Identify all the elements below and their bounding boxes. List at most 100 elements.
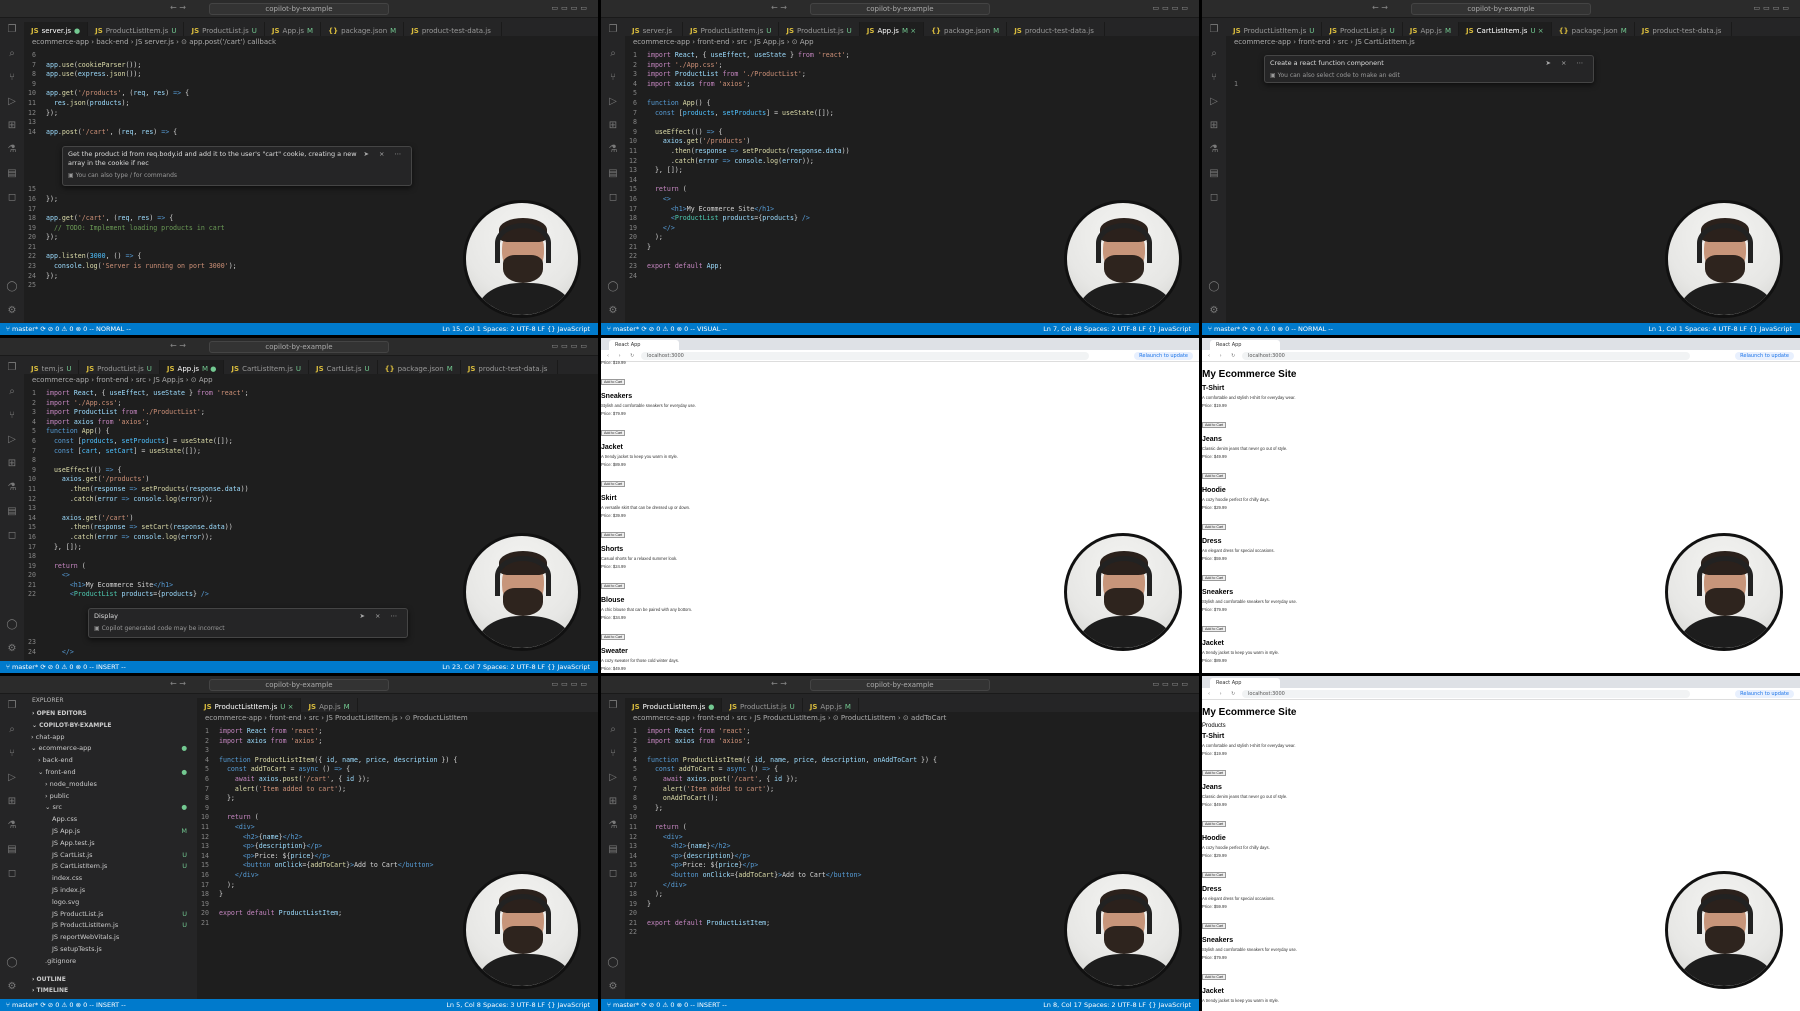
source-control-icon[interactable]: ⑂	[601, 66, 625, 90]
gear-icon[interactable]: ⚙	[1202, 299, 1226, 323]
remote-icon[interactable]: ▤	[601, 838, 625, 862]
code-line[interactable]: 6 function App() {	[625, 99, 1199, 109]
account-icon[interactable]: ◯	[0, 275, 24, 299]
relaunch-button[interactable]: Relaunch to update	[1735, 352, 1794, 360]
breadcrumb[interactable]: ecommerce-app › front-end › src › JS Pro…	[625, 712, 1199, 725]
send-icon[interactable]: ➤ × ⋯	[1545, 59, 1587, 68]
testing-icon[interactable]: ⚗	[601, 138, 625, 162]
code-line[interactable]: 15	[24, 185, 598, 195]
tree-item[interactable]: ⌄ ecommerce-app ●	[24, 743, 197, 755]
editor-tab[interactable]: JS App.js M	[803, 698, 859, 712]
send-icon[interactable]: ➤ × ⋯	[363, 150, 405, 159]
breadcrumb[interactable]: ecommerce-app › back-end › JS server.js …	[24, 36, 598, 49]
layout-icons[interactable]: ▭▭▭▭	[1754, 4, 1792, 12]
remote-icon[interactable]: ▤	[0, 838, 24, 862]
status-right[interactable]: Ln 5, Col 8 Spaces: 3 UTF-8 LF {} JavaSc…	[446, 999, 590, 1011]
browser-nav-icon[interactable]: ‹ › ↻	[1208, 350, 1239, 362]
add-to-cart-button[interactable]: Add to Cart	[1202, 473, 1227, 479]
relaunch-button[interactable]: Relaunch to update	[1134, 352, 1193, 360]
files-icon[interactable]: ❐	[1202, 18, 1226, 42]
search-icon[interactable]: ⌕	[601, 42, 625, 66]
editor-tab[interactable]: JS ProductList.js U	[722, 698, 803, 712]
code-line[interactable]: 1 import React, { useEffect, useState } f…	[24, 389, 598, 399]
nav-arrows-icon[interactable]: ← →	[771, 3, 787, 12]
command-center-search[interactable]: copilot-by-example	[209, 341, 389, 353]
timeline-section[interactable]: › TIMELINE	[24, 985, 197, 997]
tree-item[interactable]: › chat-app	[24, 732, 197, 744]
code-line[interactable]: 6 await axios.post('/cart', { id });	[625, 775, 1199, 785]
search-icon[interactable]: ⌕	[601, 718, 625, 742]
editor-tab[interactable]: JS product-test-data.js	[404, 22, 502, 36]
editor-tab[interactable]: JS ProductList.js U	[79, 360, 160, 374]
editor-tab[interactable]: JS App.js M	[1403, 22, 1459, 36]
copilot-inline-chat[interactable]: Get the product id from req.body.id and …	[62, 146, 412, 186]
code-line[interactable]: 8	[24, 456, 598, 466]
browser-tab[interactable]: React App	[1210, 340, 1280, 350]
extensions-icon[interactable]: ⊞	[601, 790, 625, 814]
remote-icon[interactable]: ▤	[601, 162, 625, 186]
layout-icons[interactable]: ▭▭▭▭	[1153, 4, 1191, 12]
layout-icons[interactable]: ▭▭▭▭	[552, 4, 590, 12]
editor-tab[interactable]: JS ProductList.js U	[1322, 22, 1403, 36]
status-right[interactable]: Ln 23, Col 7 Spaces: 2 UTF-8 LF {} JavaS…	[442, 661, 590, 673]
code-line[interactable]: 12 <div>	[625, 833, 1199, 843]
tree-item[interactable]: JS index.js	[24, 885, 197, 897]
editor-tab[interactable]: JS ProductList.js U	[184, 22, 265, 36]
editor-tab[interactable]: {} package.json M	[1552, 22, 1635, 36]
address-bar[interactable]: localhost:3000	[1242, 352, 1690, 360]
editor-tab[interactable]: JS ProductList.js U	[779, 22, 860, 36]
code-line[interactable]: 6 await axios.post('/cart', { id });	[197, 775, 598, 785]
editor-tab[interactable]: JS server.js	[625, 22, 683, 36]
testing-icon[interactable]: ⚗	[0, 138, 24, 162]
status-right[interactable]: Ln 8, Col 17 Spaces: 2 UTF-8 LF {} JavaS…	[1043, 999, 1191, 1011]
editor-tab[interactable]: {} package.json M	[321, 22, 405, 36]
chat-icon[interactable]: ◻	[601, 186, 625, 210]
editor-tab[interactable]: JS App.js M ×	[859, 22, 925, 36]
open-editors-section[interactable]: › OPEN EDITORS	[24, 708, 197, 720]
code-line[interactable]: 8 app.use(express.json());	[24, 70, 598, 80]
code-line[interactable]: 3 import ProductList from './ProductList'…	[24, 408, 598, 418]
editor-tab[interactable]: JS product-test-data.js	[461, 360, 559, 374]
code-line[interactable]: 9	[197, 804, 598, 814]
search-icon[interactable]: ⌕	[0, 42, 24, 66]
gear-icon[interactable]: ⚙	[0, 299, 24, 323]
layout-icons[interactable]: ▭▭▭▭	[1153, 680, 1191, 688]
editor-tab[interactable]: JS App.js M	[301, 698, 358, 712]
files-icon[interactable]: ❐	[0, 356, 24, 380]
tree-item[interactable]: › public	[24, 791, 197, 803]
extensions-icon[interactable]: ⊞	[0, 452, 24, 476]
extensions-icon[interactable]: ⊞	[1202, 114, 1226, 138]
editor-tab[interactable]: {} package.json M	[924, 22, 1008, 36]
code-line[interactable]: 2 import './App.css';	[625, 61, 1199, 71]
nav-arrows-icon[interactable]: ← →	[1372, 3, 1388, 12]
code-line[interactable]: 8	[625, 118, 1199, 128]
extensions-icon[interactable]: ⊞	[601, 114, 625, 138]
code-line[interactable]: 2 import axios from 'axios';	[625, 737, 1199, 747]
copilot-inline-chat[interactable]: Display ▣ Copilot generated code may be …	[88, 608, 408, 638]
code-line[interactable]: 10	[625, 813, 1199, 823]
code-line[interactable]: 5 function App() {	[24, 427, 598, 437]
browser-nav-icon[interactable]: ‹ › ↻	[1208, 688, 1239, 700]
editor-tab[interactable]: JS ProductListItem.js ●	[625, 698, 723, 712]
remote-icon[interactable]: ▤	[1202, 162, 1226, 186]
account-icon[interactable]: ◯	[0, 613, 24, 637]
files-icon[interactable]: ❐	[601, 694, 625, 718]
layout-icons[interactable]: ▭▭▭▭	[552, 680, 590, 688]
tree-item[interactable]: ⌄ src ●	[24, 802, 197, 814]
code-line[interactable]: 12 .catch(error => console.log(error));	[625, 157, 1199, 167]
code-line[interactable]: 15 <p>Price: ${price}</p>	[625, 861, 1199, 871]
outline-section[interactable]: › OUTLINE	[24, 974, 197, 986]
copilot-inline-chat[interactable]: Create a react function component ▣ You …	[1264, 55, 1594, 83]
source-control-icon[interactable]: ⑂	[0, 66, 24, 90]
code-line[interactable]: 11 <div>	[197, 823, 598, 833]
code-line[interactable]: 10 app.get('/products', (req, res) => {	[24, 89, 598, 99]
command-center-search[interactable]: copilot-by-example	[209, 3, 389, 15]
code-line[interactable]: 7 app.use(cookieParser());	[24, 61, 598, 71]
search-icon[interactable]: ⌕	[0, 718, 24, 742]
copilot-prompt-input[interactable]: Create a react function component	[1270, 59, 1588, 68]
editor-tab[interactable]: JS ProductListItem.js U	[88, 22, 185, 36]
code-line[interactable]: 13 <h2>{name}</h2>	[625, 842, 1199, 852]
tree-item[interactable]: .gitignore	[24, 956, 197, 968]
tree-item[interactable]: JS ProductListItem.js U	[24, 920, 197, 932]
tree-item[interactable]: JS reportWebVitals.js	[24, 932, 197, 944]
